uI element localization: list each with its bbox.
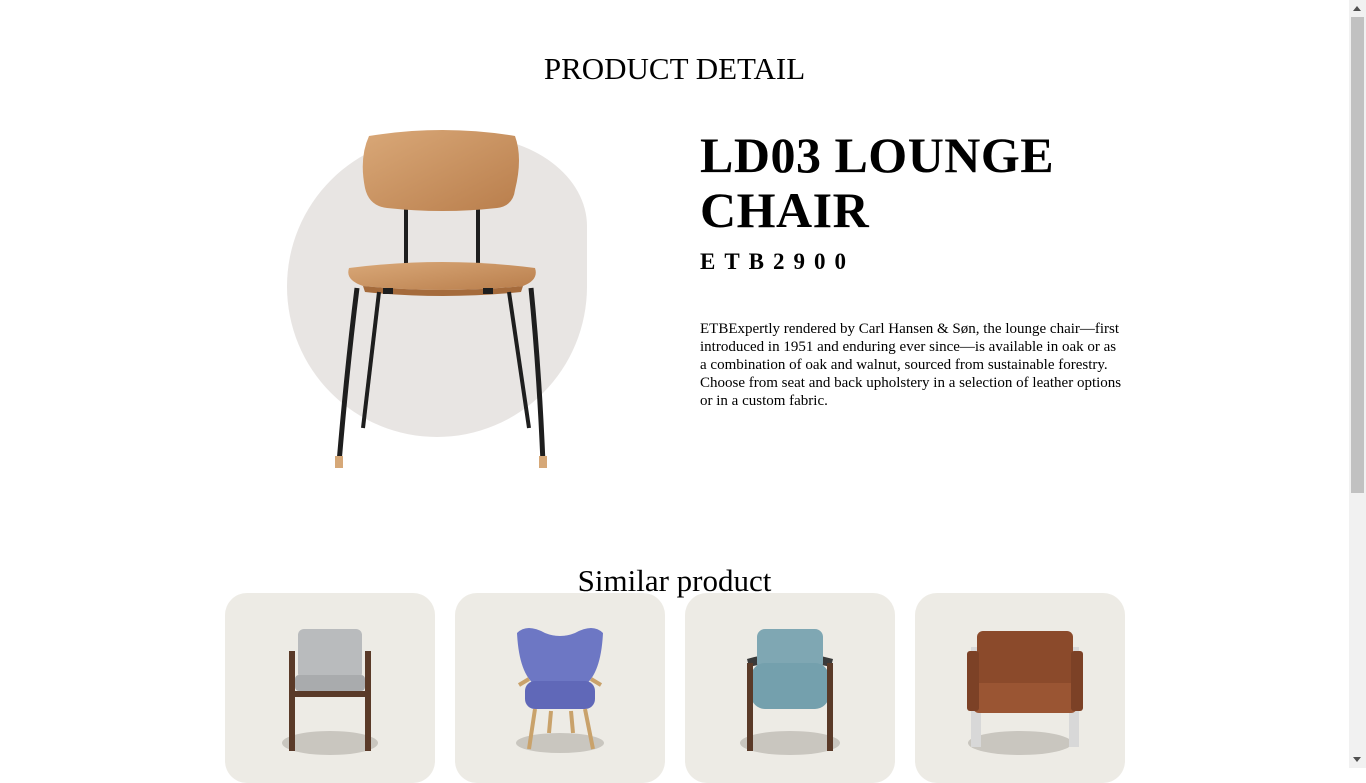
similar-product-card[interactable] bbox=[685, 593, 895, 783]
blue-wingback-image bbox=[516, 628, 604, 753]
similar-product-card[interactable] bbox=[225, 593, 435, 783]
teal-lounge-image bbox=[740, 629, 840, 755]
chair-illustration bbox=[335, 130, 547, 468]
vertical-scrollbar[interactable] bbox=[1349, 0, 1366, 768]
product-code: ETB2900 bbox=[700, 249, 856, 274]
brown-leather-armchair-image bbox=[967, 631, 1083, 755]
similar-product-card[interactable] bbox=[915, 593, 1125, 783]
page-title: PRODUCT DETAIL bbox=[543, 50, 806, 86]
product-name: LD03 LOUNGE CHAIR bbox=[700, 127, 1055, 238]
similar-product-card[interactable] bbox=[455, 593, 665, 783]
scroll-down-arrow-icon[interactable] bbox=[1349, 751, 1366, 768]
scrollbar-thumb[interactable] bbox=[1351, 17, 1364, 493]
page: PRODUCT DETAIL LD03 LOUNGE CHAIR ETB2900… bbox=[0, 0, 1349, 783]
product-image bbox=[283, 128, 593, 476]
similar-products-list bbox=[225, 593, 1125, 783]
grey-armchair-image bbox=[282, 629, 378, 755]
scroll-up-arrow-icon[interactable] bbox=[1349, 0, 1366, 17]
product-info: LD03 LOUNGE CHAIR ETB2900 ETBExpertly re… bbox=[700, 128, 1130, 410]
product-description: ETBExpertly rendered by Carl Hansen & Sø… bbox=[700, 321, 1122, 409]
